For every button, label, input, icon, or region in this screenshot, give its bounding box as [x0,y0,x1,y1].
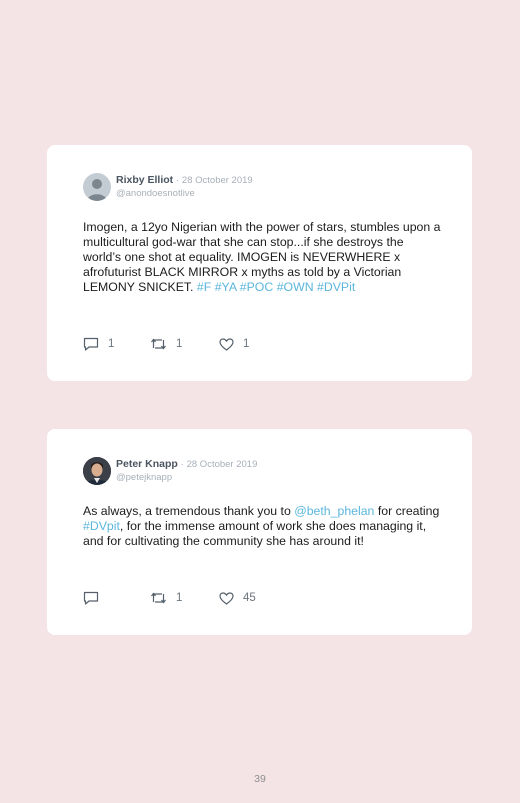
hashtag-link[interactable]: #DVPit [317,280,355,294]
tweet-text-content: for creating [377,504,440,518]
meta-separator: · [175,175,180,186]
tweet-card: Rixby Elliot · 28 October 2019 @anondoes… [47,145,472,381]
reply-button[interactable]: 1 [83,336,114,352]
reply-icon [83,337,99,351]
reply-button[interactable] [83,590,108,606]
like-button[interactable]: 45 [219,590,256,606]
tweet-date[interactable]: 28 October 2019 [187,459,258,470]
retweet-count: 1 [176,338,183,350]
meta-separator: · [180,459,184,470]
avatar[interactable] [83,173,111,201]
tweet-actions: 1 1 1 [83,336,443,352]
tweet-card: Peter Knapp · 28 October 2019 @petejknap… [47,429,472,635]
avatar[interactable] [83,457,111,485]
retweet-icon [151,338,166,350]
tweet-text: Imogen, a 12yo Nigerian with the power o… [83,220,443,295]
tweet-text: As always, a tremendous thank you to @be… [83,504,443,549]
like-count: 1 [243,338,250,350]
author-name[interactable]: Peter Knapp [116,458,178,470]
page-number: 39 [254,773,266,785]
author-handle[interactable]: @anondoesnotlive [116,188,195,199]
hashtag-link[interactable]: #POC [240,280,274,294]
hashtag-link[interactable]: #YA [215,280,237,294]
hashtag-link[interactable]: #F [197,280,211,294]
retweet-count: 1 [176,592,183,604]
author-handle[interactable]: @petejknapp [116,472,172,483]
tweet-text-content: , for the immense amount of work she doe… [83,519,427,548]
default-user-icon [87,179,107,201]
profile-photo-icon [83,457,111,485]
mention-link[interactable]: @beth_phelan [294,504,374,518]
tweet-text-content: As always, a tremendous thank you to [83,504,291,518]
author-name[interactable]: Rixby Elliot [116,174,173,186]
retweet-button[interactable]: 1 [150,590,182,606]
reply-count: 1 [108,338,115,350]
tweet-header: Rixby Elliot · 28 October 2019 [116,174,253,187]
tweet-header: Peter Knapp · 28 October 2019 [116,458,257,471]
heart-icon [219,591,234,605]
tweet-date[interactable]: 28 October 2019 [182,175,253,186]
heart-icon [219,337,234,351]
like-button[interactable]: 1 [219,336,249,352]
retweet-icon [151,592,166,604]
retweet-button[interactable]: 1 [150,336,182,352]
reply-icon [83,591,99,605]
hashtag-link[interactable]: #OWN [277,280,314,294]
hashtag-link[interactable]: #DVpit [83,519,120,533]
tweet-actions: 1 45 [83,590,443,606]
like-count: 45 [243,592,256,604]
